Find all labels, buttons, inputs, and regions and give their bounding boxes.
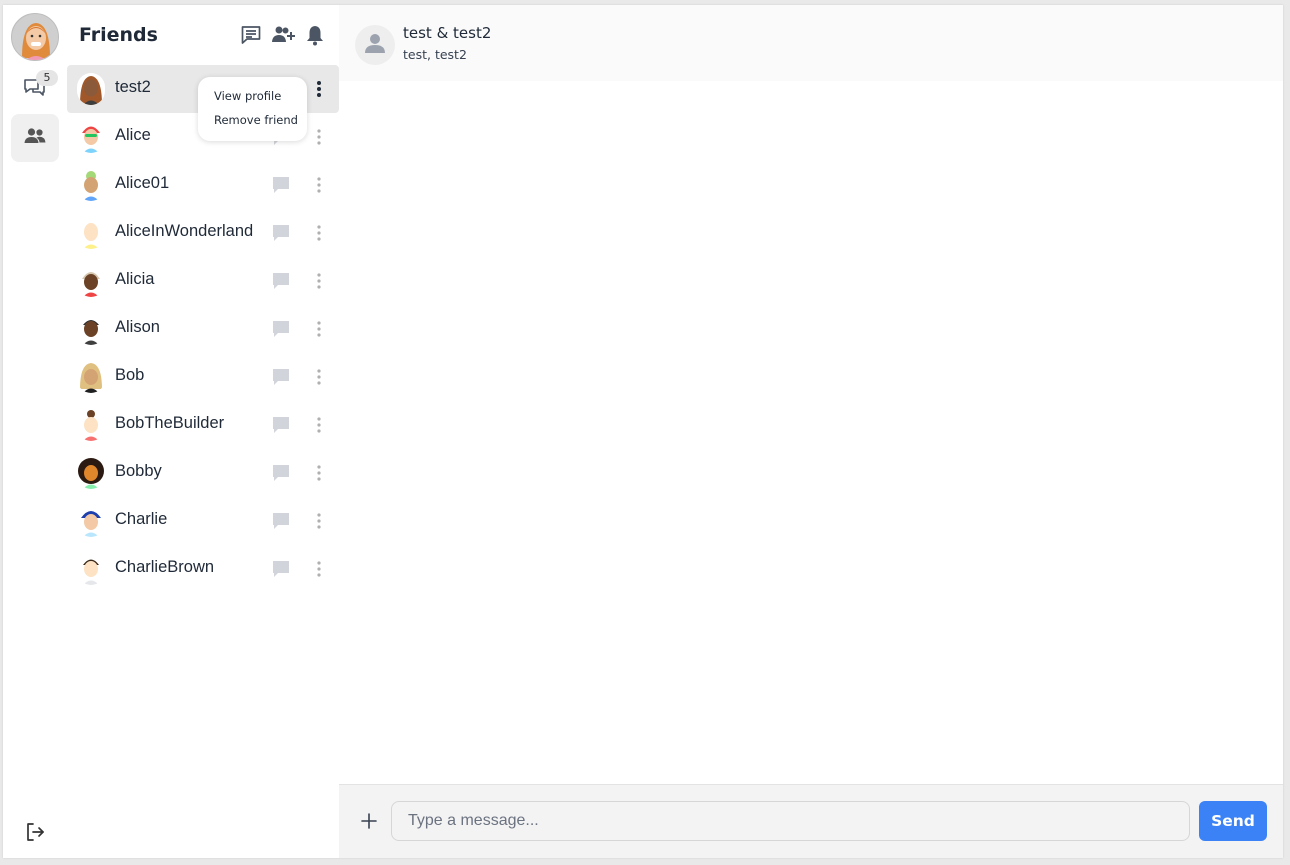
friends-title: Friends	[79, 24, 158, 46]
message-icon[interactable]	[271, 319, 291, 339]
more-options-icon[interactable]	[311, 318, 327, 340]
friend-row[interactable]: Alison	[67, 305, 339, 353]
friend-name: AliceInWonderland	[115, 222, 254, 240]
message-icon[interactable]	[271, 511, 291, 531]
app-window: 5 Friends test2 Alice Alice01 AliceInWon…	[3, 5, 1283, 858]
friend-name: test2	[115, 78, 151, 96]
message-icon[interactable]	[271, 463, 291, 483]
friend-avatar	[77, 217, 105, 249]
friend-name: Alison	[115, 318, 160, 336]
friend-row[interactable]: BobTheBuilder	[67, 401, 339, 449]
my-avatar[interactable]	[11, 13, 59, 61]
friend-avatar	[77, 361, 105, 393]
chat-participants: test, test2	[403, 47, 467, 62]
more-options-icon[interactable]	[311, 174, 327, 196]
friend-avatar	[77, 505, 105, 537]
friends-panel: Friends test2 Alice Alice01 AliceInWonde…	[67, 5, 339, 858]
more-options-icon[interactable]	[311, 78, 327, 100]
friend-name: Bobby	[115, 462, 162, 480]
unread-badge: 5	[36, 70, 58, 86]
chat-title: test & test2	[403, 24, 492, 42]
friend-name: Alice01	[115, 174, 170, 192]
message-input[interactable]	[391, 801, 1190, 841]
friend-context-menu: View profile Remove friend	[198, 77, 307, 141]
send-button[interactable]: Send	[1199, 801, 1267, 841]
chat-header: test & test2 test, test2	[339, 5, 1283, 81]
more-options-icon[interactable]	[311, 558, 327, 580]
message-icon[interactable]	[271, 175, 291, 195]
friend-avatar	[77, 457, 105, 489]
chat-avatar	[355, 25, 395, 65]
more-options-icon[interactable]	[311, 510, 327, 532]
friend-name: Alicia	[115, 270, 155, 288]
remove-friend-menu-item[interactable]: Remove friend	[214, 112, 307, 136]
friend-avatar	[77, 169, 105, 201]
friend-row[interactable]: AliceInWonderland	[67, 209, 339, 257]
friend-name: CharlieBrown	[115, 558, 215, 576]
more-options-icon[interactable]	[311, 366, 327, 388]
friend-name: Charlie	[115, 510, 168, 528]
more-options-icon[interactable]	[311, 414, 327, 436]
friend-row[interactable]: Charlie	[67, 497, 339, 545]
chat-area: test & test2 test, test2 Send	[339, 5, 1283, 858]
view-profile-menu-item[interactable]: View profile	[214, 88, 307, 112]
friend-row[interactable]: Alice01	[67, 161, 339, 209]
message-icon[interactable]	[271, 271, 291, 291]
friend-row[interactable]: Alicia	[67, 257, 339, 305]
friend-avatar	[77, 409, 105, 441]
message-icon[interactable]	[271, 367, 291, 387]
more-options-icon[interactable]	[311, 462, 327, 484]
friend-row[interactable]: CharlieBrown	[67, 545, 339, 593]
nav-rail: 5	[3, 5, 67, 858]
add-friend-icon[interactable]	[271, 23, 295, 47]
friend-list: test2 Alice Alice01 AliceInWonderland Al…	[67, 65, 339, 593]
friend-row[interactable]: Bobby	[67, 449, 339, 497]
bell-icon[interactable]	[303, 23, 327, 47]
more-options-icon[interactable]	[311, 126, 327, 148]
user-icon	[362, 30, 388, 60]
logout-button[interactable]	[11, 810, 59, 858]
more-options-icon[interactable]	[311, 222, 327, 244]
logout-icon	[23, 820, 47, 848]
friend-avatar	[77, 121, 105, 153]
attach-plus-icon[interactable]	[357, 809, 381, 833]
friend-avatar	[77, 313, 105, 345]
friend-row[interactable]: Bob	[67, 353, 339, 401]
friend-name: Alice	[115, 126, 151, 144]
message-icon[interactable]	[271, 415, 291, 435]
friend-name: Bob	[115, 366, 145, 384]
message-icon[interactable]	[271, 223, 291, 243]
new-chat-icon[interactable]	[239, 23, 263, 47]
friend-avatar	[77, 553, 105, 585]
more-options-icon[interactable]	[311, 270, 327, 292]
message-composer: Send	[339, 784, 1283, 858]
people-icon	[22, 123, 48, 153]
friend-name: BobTheBuilder	[115, 414, 225, 432]
friends-header: Friends	[67, 5, 339, 65]
friend-avatar	[77, 73, 105, 105]
message-icon[interactable]	[271, 559, 291, 579]
friends-nav-button[interactable]	[11, 114, 59, 162]
friend-avatar	[77, 265, 105, 297]
